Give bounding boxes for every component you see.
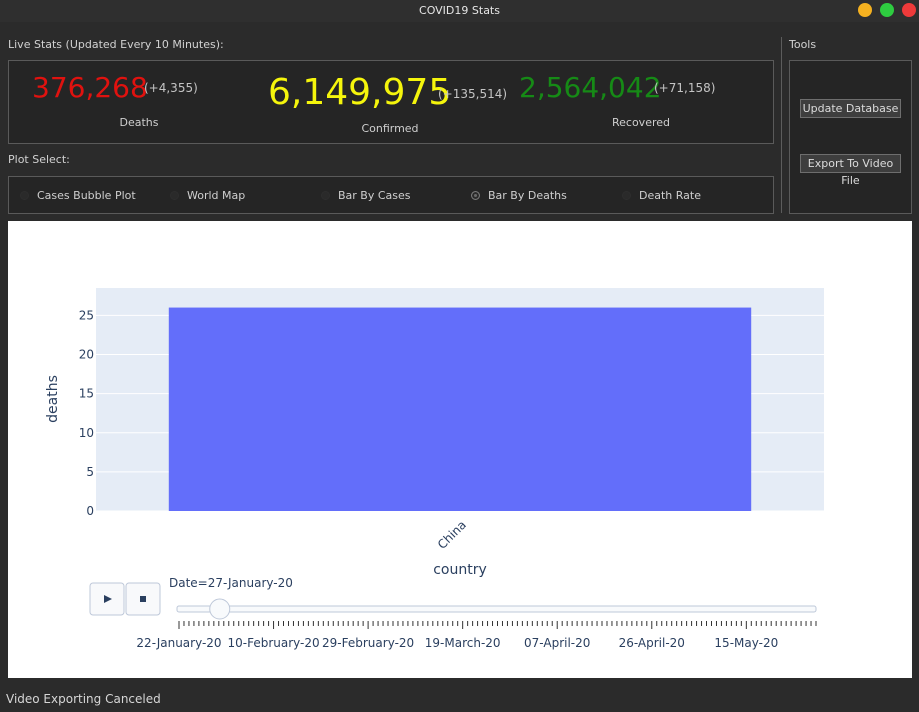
- recovered-delta: (+71,158): [654, 81, 716, 95]
- radio-bar-by-deaths[interactable]: Bar By Deaths: [471, 188, 567, 202]
- live-stats-label: Live Stats (Updated Every 10 Minutes):: [8, 38, 224, 51]
- radio-indicator: [622, 190, 631, 200]
- radio-indicator: [20, 190, 29, 200]
- status-bar: Video Exporting Canceled: [0, 688, 919, 712]
- slider-date-label: 29-February-20: [322, 636, 414, 650]
- tools-panel: [789, 60, 912, 214]
- confirmed-delta: (+135,514): [438, 87, 508, 101]
- maximize-button[interactable]: [880, 3, 894, 17]
- radio-bar-by-cases[interactable]: Bar By Cases: [321, 188, 411, 202]
- deaths-value: 376,268: [32, 71, 148, 104]
- y-axis-title: deaths: [45, 375, 61, 423]
- radio-indicator: [321, 190, 330, 200]
- recovered-caption: Recovered: [611, 116, 670, 129]
- window-title: COVID19 Stats: [419, 4, 500, 17]
- radio-death-rate[interactable]: Death Rate: [622, 188, 701, 202]
- confirmed-value: 6,149,975: [268, 72, 452, 113]
- radio-label: World Map: [187, 188, 246, 202]
- play-button[interactable]: [89, 582, 125, 616]
- status-message: Video Exporting Canceled: [6, 692, 161, 706]
- slider-date-label: 10-February-20: [227, 636, 319, 650]
- minimize-button[interactable]: [858, 3, 872, 17]
- update-database-button[interactable]: Update Database: [800, 99, 901, 118]
- y-tick-label: 0: [86, 504, 94, 518]
- export-video-button[interactable]: Export To Video File: [800, 154, 901, 187]
- deaths-caption: Deaths: [119, 116, 159, 129]
- slider-date-label: 22-January-20: [136, 636, 221, 650]
- deaths-delta: (+4,355): [144, 81, 198, 95]
- y-tick-label: 10: [79, 426, 94, 440]
- y-tick-label: 25: [79, 308, 94, 322]
- bar[interactable]: [168, 307, 752, 511]
- title-bar: COVID19 Stats: [0, 0, 919, 22]
- slider-date-label: 15-May-20: [714, 636, 778, 650]
- radio-label: Bar By Deaths: [488, 188, 567, 202]
- x-tick-label: China: [435, 518, 469, 552]
- bar-chart: 0 5 10 15 20 25 China deaths country Date=27-…: [45, 288, 824, 650]
- stop-icon: [140, 596, 146, 602]
- tools-separator: [781, 37, 782, 213]
- slider-rail[interactable]: [176, 605, 817, 613]
- radio-label: Bar By Cases: [338, 188, 411, 202]
- y-tick-label: 20: [79, 348, 94, 362]
- radio-label: Death Rate: [639, 188, 701, 202]
- slider-date-label: 07-April-20: [524, 636, 590, 650]
- recovered-value: 2,564,042: [519, 71, 662, 104]
- tools-label: Tools: [789, 38, 817, 51]
- y-tick-label: 15: [79, 387, 94, 401]
- close-button[interactable]: [902, 3, 916, 17]
- radio-label: Cases Bubble Plot: [37, 188, 136, 202]
- radio-indicator: [170, 190, 179, 200]
- slider-current-label: Date=27-January-20: [169, 576, 293, 590]
- plot-area[interactable]: 0 5 10 15 20 25 China deaths country Date=27-…: [8, 221, 912, 678]
- stop-button[interactable]: [125, 582, 161, 616]
- x-axis-title: country: [433, 562, 487, 578]
- radio-indicator: [471, 190, 480, 200]
- slider-date-label: 26-April-20: [619, 636, 685, 650]
- live-stats-panel: 376,268 (+4,355) Deaths 6,149,975 (+135,…: [8, 60, 774, 144]
- confirmed-caption: Confirmed: [361, 122, 419, 135]
- plot-select-label: Plot Select:: [8, 153, 70, 166]
- slider-handle[interactable]: [209, 598, 231, 620]
- radio-cases-bubble-plot[interactable]: Cases Bubble Plot: [20, 188, 136, 202]
- radio-world-map[interactable]: World Map: [170, 188, 245, 202]
- slider-date-label: 19-March-20: [425, 636, 501, 650]
- y-tick-label: 5: [86, 465, 94, 479]
